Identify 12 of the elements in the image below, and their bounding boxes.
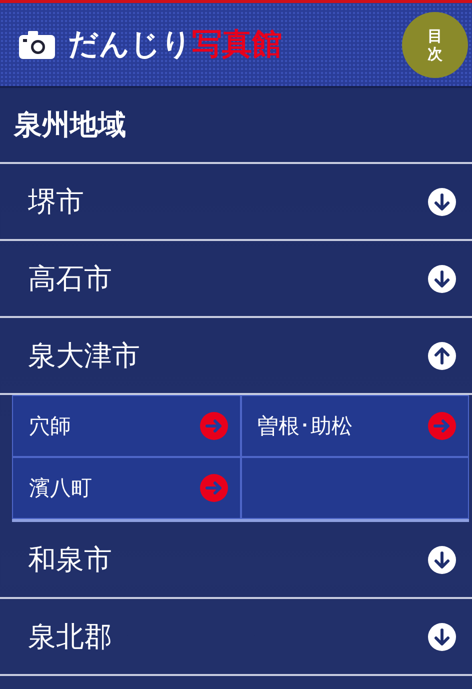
app-title-accent: 写真館: [192, 26, 282, 64]
index-button[interactable]: 目 次: [402, 12, 468, 78]
city-item[interactable]: 泉北郡: [0, 599, 472, 676]
district-item[interactable]: 穴師: [12, 395, 240, 457]
district-item[interactable]: 濱八町: [12, 457, 240, 519]
city-item[interactable]: 和泉市: [0, 522, 472, 599]
section-title: 泉州地域: [0, 88, 472, 164]
camera-icon: [18, 30, 56, 60]
app-title: だんじり: [68, 26, 192, 64]
city-item[interactable]: 堺市: [0, 164, 472, 241]
district-item[interactable]: 曽根･助松: [240, 395, 469, 457]
city-item[interactable]: 高石市: [0, 241, 472, 318]
